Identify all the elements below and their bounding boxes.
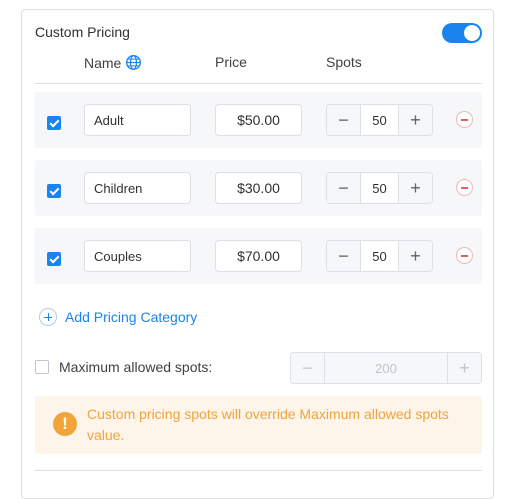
price-input[interactable]: $50.00: [215, 104, 302, 136]
spots-stepper: − 50 +: [326, 104, 433, 136]
warning-text: Custom pricing spots will override Maxim…: [87, 406, 449, 443]
toggle-knob: [464, 25, 480, 41]
category-name-input[interactable]: Couples: [84, 240, 191, 272]
minus-icon[interactable]: −: [327, 241, 361, 271]
max-spots-stepper: − 200 +: [290, 352, 482, 384]
plus-icon[interactable]: +: [398, 105, 432, 135]
plus-circle-icon: [39, 308, 57, 326]
row-checkbox[interactable]: [47, 184, 61, 198]
max-spots-label: Maximum allowed spots:: [59, 359, 213, 375]
price-input[interactable]: $30.00: [215, 172, 302, 204]
price-input[interactable]: $70.00: [215, 240, 302, 272]
header-divider: [35, 83, 482, 84]
max-spots-checkbox[interactable]: [35, 360, 49, 374]
plus-icon[interactable]: +: [398, 241, 432, 271]
plus-icon[interactable]: +: [398, 173, 432, 203]
row-checkbox[interactable]: [47, 252, 61, 266]
minus-icon[interactable]: −: [327, 173, 361, 203]
spots-value[interactable]: 50: [361, 241, 398, 271]
spots-stepper: − 50 +: [326, 240, 433, 272]
section-title: Custom Pricing: [35, 24, 130, 40]
column-header-spots: Spots: [326, 54, 362, 70]
column-header-price: Price: [215, 54, 247, 70]
column-header-name-label: Name: [84, 54, 122, 71]
minus-icon[interactable]: −: [327, 105, 361, 135]
globe-icon[interactable]: [125, 54, 142, 71]
column-header-name: Name: [84, 54, 142, 71]
remove-circle-icon[interactable]: [456, 111, 473, 128]
add-pricing-category-label: Add Pricing Category: [65, 309, 198, 325]
footer-divider: [35, 470, 482, 471]
row-checkbox[interactable]: [47, 116, 61, 130]
spots-value[interactable]: 50: [361, 105, 398, 135]
warning-alert: ! Custom pricing spots will override Max…: [35, 396, 482, 454]
spots-stepper: − 50 +: [326, 172, 433, 204]
minus-icon: −: [291, 353, 325, 383]
custom-pricing-toggle[interactable]: [442, 23, 482, 43]
category-name-input[interactable]: Children: [84, 172, 191, 204]
category-name-input[interactable]: Adult: [84, 104, 191, 136]
max-spots-value: 200: [325, 353, 447, 383]
remove-circle-icon[interactable]: [456, 247, 473, 264]
remove-circle-icon[interactable]: [456, 179, 473, 196]
add-pricing-category-button[interactable]: Add Pricing Category: [39, 308, 197, 326]
spots-value[interactable]: 50: [361, 173, 398, 203]
exclamation-icon: !: [53, 412, 77, 436]
plus-icon: +: [447, 353, 481, 383]
